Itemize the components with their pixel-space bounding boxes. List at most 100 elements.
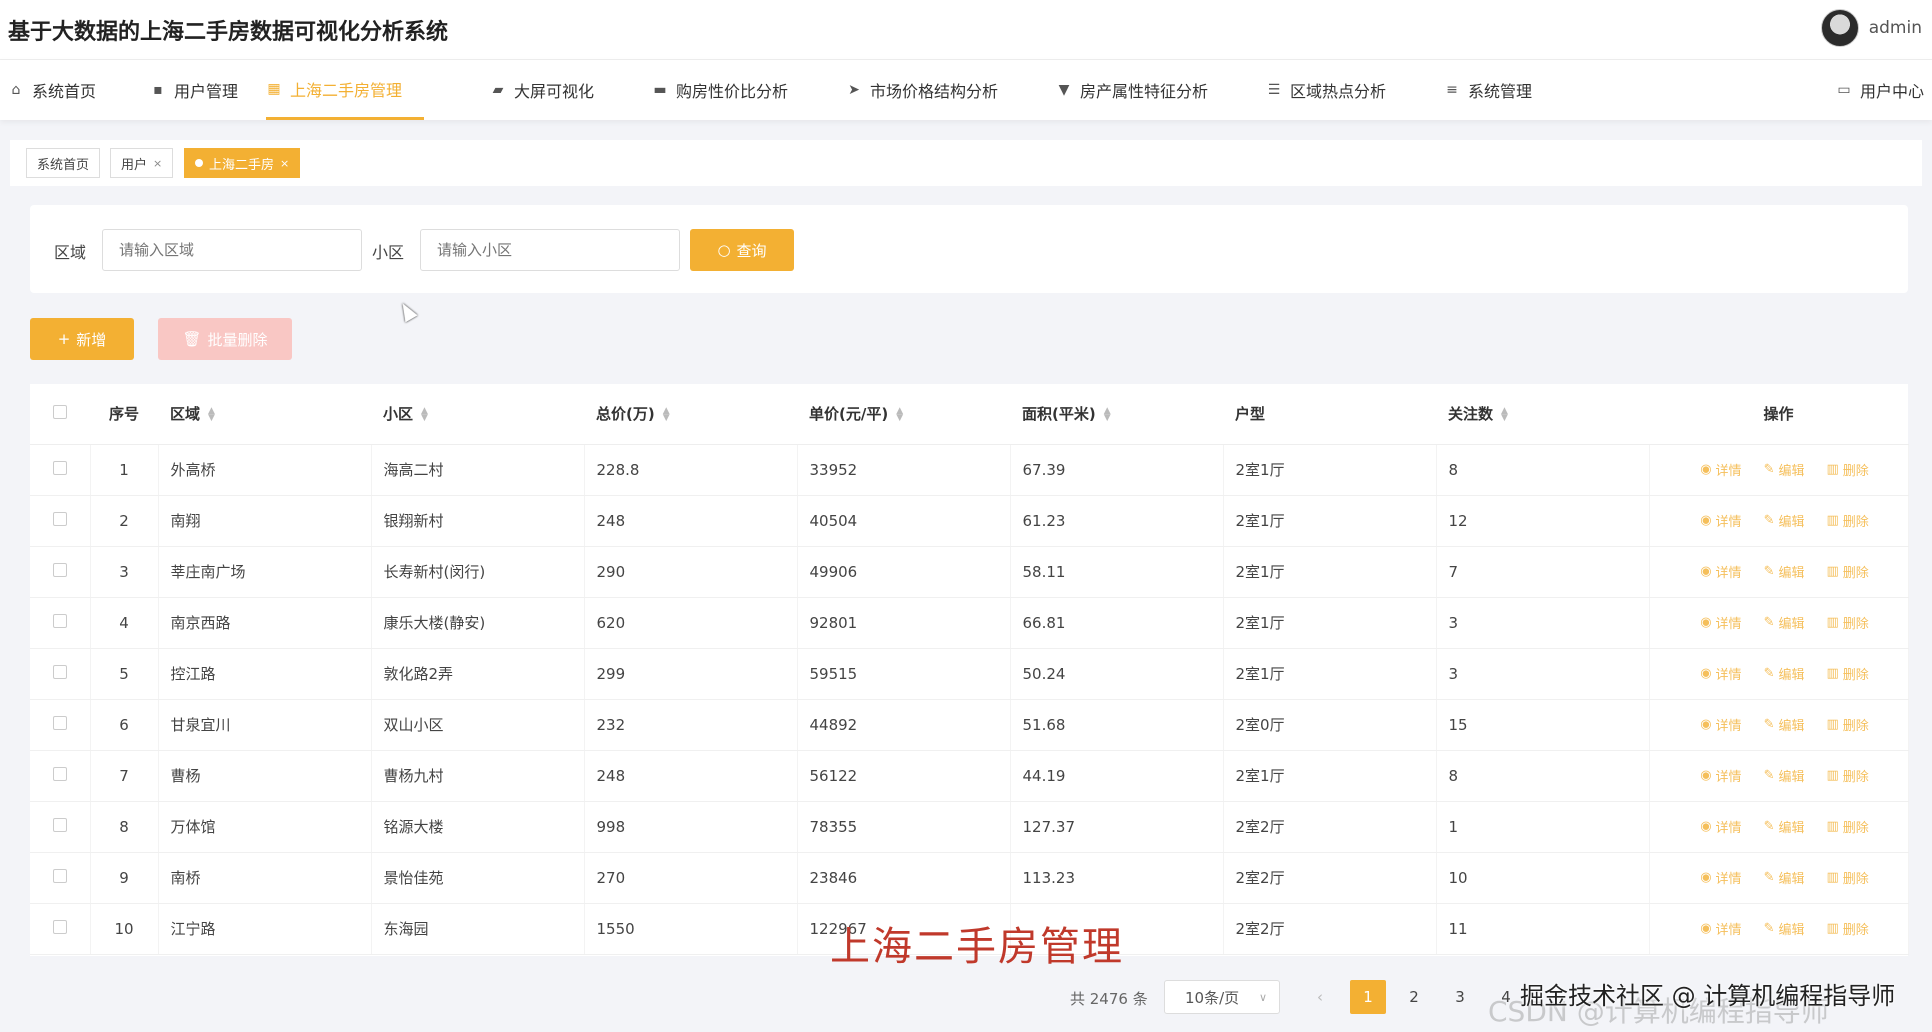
sort-icon[interactable]: ▲ ▼: [421, 406, 428, 422]
cell-unit-price: 23846: [797, 852, 1011, 904]
detail-button[interactable]: ◉ 详情: [1700, 817, 1741, 836]
page-button[interactable]: 1: [1350, 980, 1386, 1014]
nav-item-users[interactable]: ▪ 用户管理: [150, 60, 238, 120]
row-checkbox[interactable]: [30, 801, 91, 853]
delete-button[interactable]: ▥ 删除: [1826, 460, 1868, 479]
action-label: 编辑: [1778, 464, 1805, 479]
detail-button[interactable]: ◉ 详情: [1700, 562, 1741, 581]
edit-button[interactable]: ✎ 编辑: [1764, 460, 1805, 479]
col-header-followers[interactable]: 关注数 ▲ ▼: [1436, 384, 1649, 445]
community-input[interactable]: [420, 229, 680, 271]
avatar[interactable]: [1820, 9, 1859, 47]
edit-button[interactable]: ✎ 编辑: [1764, 868, 1805, 887]
edit-button[interactable]: ✎ 编辑: [1764, 511, 1805, 530]
delete-button[interactable]: ▥ 删除: [1826, 562, 1868, 581]
nav-item-value-analysis[interactable]: ▬ 购房性价比分析: [652, 60, 788, 120]
detail-button[interactable]: ◉ 详情: [1700, 511, 1741, 530]
row-checkbox[interactable]: [30, 903, 91, 955]
pin-icon: ▼: [1058, 82, 1070, 98]
row-checkbox[interactable]: [30, 750, 91, 802]
edit-button[interactable]: ✎ 编辑: [1764, 919, 1805, 938]
nav-item-system[interactable]: ≡ 系统管理: [1444, 60, 1532, 120]
prev-page-button[interactable]: ‹: [1302, 980, 1338, 1014]
page-button[interactable]: 2: [1396, 980, 1432, 1014]
batch-delete-button[interactable]: 🗑 批量删除: [158, 318, 292, 360]
nav-item-user-center[interactable]: ▭ 用户中心: [1836, 60, 1924, 120]
sort-icon[interactable]: ▲ ▼: [663, 406, 670, 422]
detail-button[interactable]: ◉ 详情: [1700, 460, 1741, 479]
username[interactable]: admin: [1869, 18, 1922, 38]
edit-button[interactable]: ✎ 编辑: [1764, 817, 1805, 836]
cell-unit-price: 92801: [797, 597, 1011, 649]
row-checkbox[interactable]: [30, 648, 91, 700]
delete-button[interactable]: ▥ 删除: [1826, 919, 1868, 938]
nav-item-price-structure[interactable]: ➤ 市场价格结构分析: [846, 60, 998, 120]
action-label: 详情: [1715, 719, 1742, 734]
add-button[interactable]: + 新增: [30, 318, 134, 360]
region-input[interactable]: [102, 229, 362, 271]
detail-button[interactable]: ◉ 详情: [1700, 766, 1741, 785]
delete-button[interactable]: ▥ 删除: [1826, 868, 1868, 887]
detail-button[interactable]: ◉ 详情: [1700, 715, 1741, 734]
page-button[interactable]: 3: [1442, 980, 1478, 1014]
row-checkbox[interactable]: [30, 699, 91, 751]
eye-icon: ◉: [1700, 462, 1712, 477]
delete-button[interactable]: ▥ 删除: [1826, 715, 1868, 734]
col-header-region[interactable]: 区域 ▲ ▼: [158, 384, 371, 445]
tag-housing[interactable]: 上海二手房 ×: [184, 148, 301, 178]
close-icon[interactable]: ×: [280, 157, 289, 170]
batch-delete-label: 批量删除: [207, 330, 268, 349]
eye-icon: ◉: [1700, 564, 1712, 579]
row-checkbox[interactable]: [30, 495, 91, 547]
sort-icon[interactable]: ▲ ▼: [896, 406, 903, 422]
detail-button[interactable]: ◉ 详情: [1700, 613, 1741, 632]
col-header-total-price[interactable]: 总价(万) ▲ ▼: [584, 384, 797, 445]
delete-button[interactable]: ▥ 删除: [1826, 511, 1868, 530]
cell-area: 44.19: [1010, 750, 1224, 802]
plus-icon: +: [57, 330, 71, 348]
nav-item-home[interactable]: ⌂ 系统首页: [8, 60, 96, 120]
detail-button[interactable]: ◉ 详情: [1700, 919, 1741, 938]
sort-icon[interactable]: ▲ ▼: [1501, 406, 1508, 422]
row-checkbox[interactable]: [30, 852, 91, 904]
cell-actions: ◉ 详情 ✎ 编辑 ▥ 删除: [1649, 444, 1909, 496]
row-checkbox[interactable]: [30, 444, 91, 496]
nav-item-property-features[interactable]: ▼ 房产属性特征分析: [1056, 60, 1208, 120]
detail-button[interactable]: ◉ 详情: [1700, 664, 1741, 683]
row-checkbox[interactable]: [30, 546, 91, 598]
row-checkbox[interactable]: [30, 597, 91, 649]
edit-button[interactable]: ✎ 编辑: [1764, 715, 1805, 734]
cell-total-price: 232: [584, 699, 798, 751]
tag-user[interactable]: 用户 ×: [110, 148, 174, 178]
query-button[interactable]: ○ 查询: [690, 229, 794, 271]
delete-button[interactable]: ▥ 删除: [1826, 664, 1868, 683]
sort-icon[interactable]: ▲ ▼: [208, 406, 215, 422]
select-all-checkbox[interactable]: [30, 384, 90, 445]
nav-item-housing[interactable]: ▦ 上海二手房管理: [266, 60, 425, 120]
eye-icon: ◉: [1700, 513, 1712, 528]
edit-icon: ✎: [1763, 615, 1775, 630]
cell-total-price: 290: [584, 546, 798, 598]
delete-button[interactable]: ▥ 删除: [1826, 766, 1868, 785]
nav-item-hotspot[interactable]: ☰ 区域热点分析: [1266, 60, 1386, 120]
edit-button[interactable]: ✎ 编辑: [1764, 766, 1805, 785]
chat-icon: ▪: [153, 82, 163, 98]
edit-button[interactable]: ✎ 编辑: [1764, 562, 1805, 581]
sort-icon[interactable]: ▲ ▼: [1104, 406, 1111, 422]
col-header-community[interactable]: 小区 ▲ ▼: [371, 384, 584, 445]
delete-button[interactable]: ▥ 删除: [1826, 613, 1868, 632]
detail-button[interactable]: ◉ 详情: [1700, 868, 1741, 887]
col-header-unit-price[interactable]: 单价(元/平) ▲ ▼: [797, 384, 1010, 445]
edit-button[interactable]: ✎ 编辑: [1764, 664, 1805, 683]
user-menu[interactable]: admin: [1820, 8, 1922, 48]
delete-button[interactable]: ▥ 删除: [1826, 817, 1868, 836]
col-header-area[interactable]: 面积(平米) ▲ ▼: [1010, 384, 1223, 445]
trash-icon: ▥: [1826, 513, 1839, 528]
col-label: 区域: [170, 405, 201, 424]
nav-item-big-screen[interactable]: ▰ 大屏可视化: [490, 60, 594, 120]
eye-icon: ◉: [1700, 768, 1712, 783]
close-icon[interactable]: ×: [153, 157, 162, 170]
edit-button[interactable]: ✎ 编辑: [1764, 613, 1805, 632]
page-size-select[interactable]: 10条/页 ∨: [1164, 980, 1280, 1014]
tag-home[interactable]: 系统首页: [26, 148, 101, 178]
